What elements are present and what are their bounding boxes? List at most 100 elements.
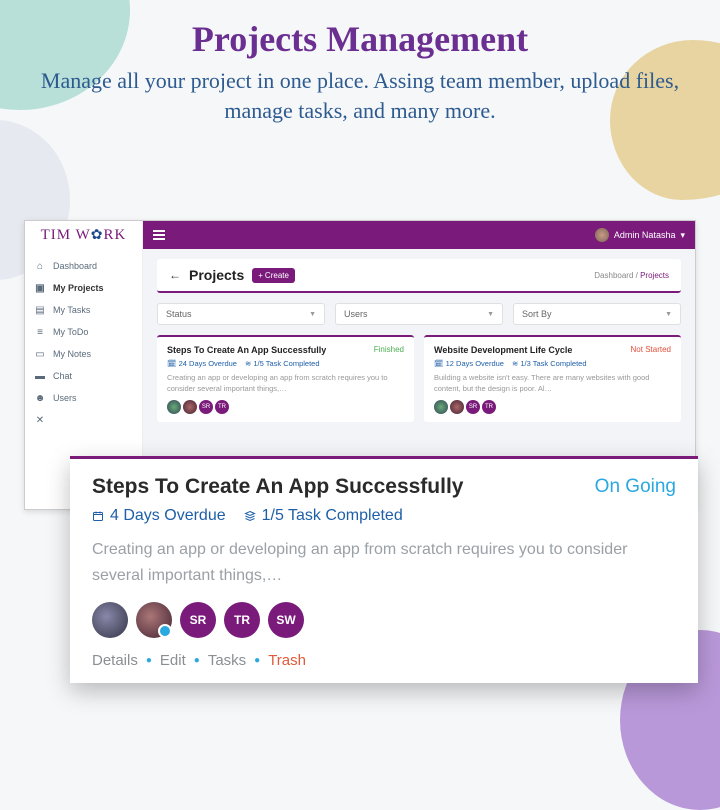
sidebar-item-label: My Projects (53, 283, 104, 293)
filter-status[interactable]: Status ▼ (157, 303, 325, 325)
sidebar-item-dashboard[interactable]: ⌂ Dashboard (25, 255, 142, 277)
project-card[interactable]: Steps To Create An App Successfully Fini… (157, 335, 414, 422)
sidebar-item-chat[interactable]: ▬ Chat (25, 365, 142, 387)
sidebar-item-projects[interactable]: ▣ My Projects (25, 277, 142, 299)
filter-users[interactable]: Users ▼ (335, 303, 503, 325)
avatar (595, 228, 609, 242)
sidebar-item-todo[interactable]: ≡ My ToDo (25, 321, 142, 343)
breadcrumb-current: Projects (640, 271, 669, 280)
filter-label: Sort By (522, 309, 552, 319)
sidebar-item-notes[interactable]: ▭ My Notes (25, 343, 142, 365)
check-icon: ▤ (35, 305, 45, 315)
briefcase-icon: ▣ (35, 283, 45, 293)
project-title: Steps To Create An App Successfully (167, 345, 326, 355)
user-menu[interactable]: Admin Natasha ▾ (595, 228, 685, 242)
avatar-stack: SR TR SW (92, 602, 676, 638)
hero-title: Projects Management (40, 18, 680, 60)
avatar-stack: SR TR (434, 400, 671, 414)
detail-actions: Details ● Edit ● Tasks ● Trash (92, 652, 676, 669)
tasks-link[interactable]: Tasks (208, 652, 246, 669)
page-title: Projects (189, 267, 244, 283)
detail-status: On Going (595, 476, 676, 498)
hero: Projects Management Manage all your proj… (0, 0, 720, 131)
tasks-value: 1/5 Task Completed (262, 507, 403, 525)
overdue-meta: 4 Days Overdue (92, 507, 226, 525)
sidebar-item-extra[interactable]: ✕ (25, 409, 142, 431)
avatar: SR (180, 602, 216, 638)
menu-toggle-button[interactable] (153, 230, 165, 240)
detail-title: Steps To Create An App Successfully (92, 475, 463, 499)
topbar: TIM W✿RK Admin Natasha ▾ (25, 221, 695, 249)
tasks-text: ≋ 1/3 Task Completed (512, 359, 587, 368)
users-icon: ☻ (35, 393, 45, 403)
home-icon: ⌂ (35, 261, 45, 271)
status-badge: Finished (374, 345, 404, 354)
avatar: SR (466, 400, 480, 414)
flower-icon: ✿ (91, 227, 104, 244)
sidebar-item-label: Chat (53, 371, 72, 381)
tasks-meta: 1/5 Task Completed (244, 507, 403, 525)
create-label: Create (265, 271, 289, 280)
brand-text-pre: TIM W (41, 227, 91, 244)
cross-icon: ✕ (35, 415, 45, 425)
avatar: TR (482, 400, 496, 414)
overdue-value: 4 Days Overdue (110, 507, 226, 525)
avatar: SW (268, 602, 304, 638)
separator-dot: ● (146, 655, 152, 666)
avatar: SR (199, 400, 213, 414)
page-header: ← Projects +Create Dashboard / Projects (157, 259, 681, 293)
avatar: TR (224, 602, 260, 638)
brand-logo: TIM W✿RK (25, 221, 143, 249)
sidebar-item-label: Dashboard (53, 261, 97, 271)
chevron-down-icon: ▼ (665, 311, 672, 318)
sidebar-item-label: My ToDo (53, 327, 88, 337)
project-detail-card: Steps To Create An App Successfully On G… (70, 456, 698, 683)
avatar (450, 400, 464, 414)
status-badge: Not Started (631, 345, 671, 354)
trash-link[interactable]: Trash (268, 652, 306, 669)
avatar (434, 400, 448, 414)
project-desc: Creating an app or developing an app fro… (167, 373, 404, 394)
tasks-text: ≋ 1/5 Task Completed (245, 359, 320, 368)
sidebar-item-users[interactable]: ☻ Users (25, 387, 142, 409)
create-button[interactable]: +Create (252, 268, 295, 283)
chevron-down-icon: ▼ (309, 311, 316, 318)
project-card[interactable]: Website Development Life Cycle Not Start… (424, 335, 681, 422)
sidebar-item-label: Users (53, 393, 77, 403)
sidebar-item-label: My Tasks (53, 305, 90, 315)
details-link[interactable]: Details (92, 652, 138, 669)
avatar: TR (215, 400, 229, 414)
user-name: Admin Natasha (614, 230, 676, 240)
chevron-down-icon: ▾ (680, 230, 685, 241)
plus-icon: + (258, 271, 263, 280)
filter-sort[interactable]: Sort By ▼ (513, 303, 681, 325)
avatar (167, 400, 181, 414)
filter-label: Status (166, 309, 192, 319)
edit-link[interactable]: Edit (160, 652, 186, 669)
avatar-stack: SR TR (167, 400, 404, 414)
separator-dot: ● (194, 655, 200, 666)
project-desc: Building a website isn't easy. There are… (434, 373, 671, 394)
filter-label: Users (344, 309, 368, 319)
avatar (92, 602, 128, 638)
breadcrumb: Dashboard / Projects (594, 271, 669, 280)
note-icon: ▭ (35, 349, 45, 359)
chat-icon: ▬ (35, 371, 45, 381)
sidebar-item-label: My Notes (53, 349, 91, 359)
back-button[interactable]: ← (169, 268, 181, 282)
filter-row: Status ▼ Users ▼ Sort By ▼ (157, 303, 681, 325)
avatar (136, 602, 172, 638)
sidebar-item-tasks[interactable]: ▤ My Tasks (25, 299, 142, 321)
brand-text-post: RK (104, 227, 127, 244)
breadcrumb-root[interactable]: Dashboard (594, 271, 633, 280)
project-title: Website Development Life Cycle (434, 345, 572, 355)
chevron-down-icon: ▼ (487, 311, 494, 318)
detail-desc: Creating an app or developing an app fro… (92, 537, 676, 588)
project-cards: Steps To Create An App Successfully Fini… (157, 335, 681, 422)
hero-subtitle: Manage all your project in one place. As… (40, 66, 680, 125)
overdue-text: 🗓 12 Days Overdue (434, 359, 504, 368)
separator-dot: ● (254, 655, 260, 666)
list-icon: ≡ (35, 327, 45, 337)
stack-icon (244, 510, 256, 522)
overdue-text: 🗓 24 Days Overdue (167, 359, 237, 368)
